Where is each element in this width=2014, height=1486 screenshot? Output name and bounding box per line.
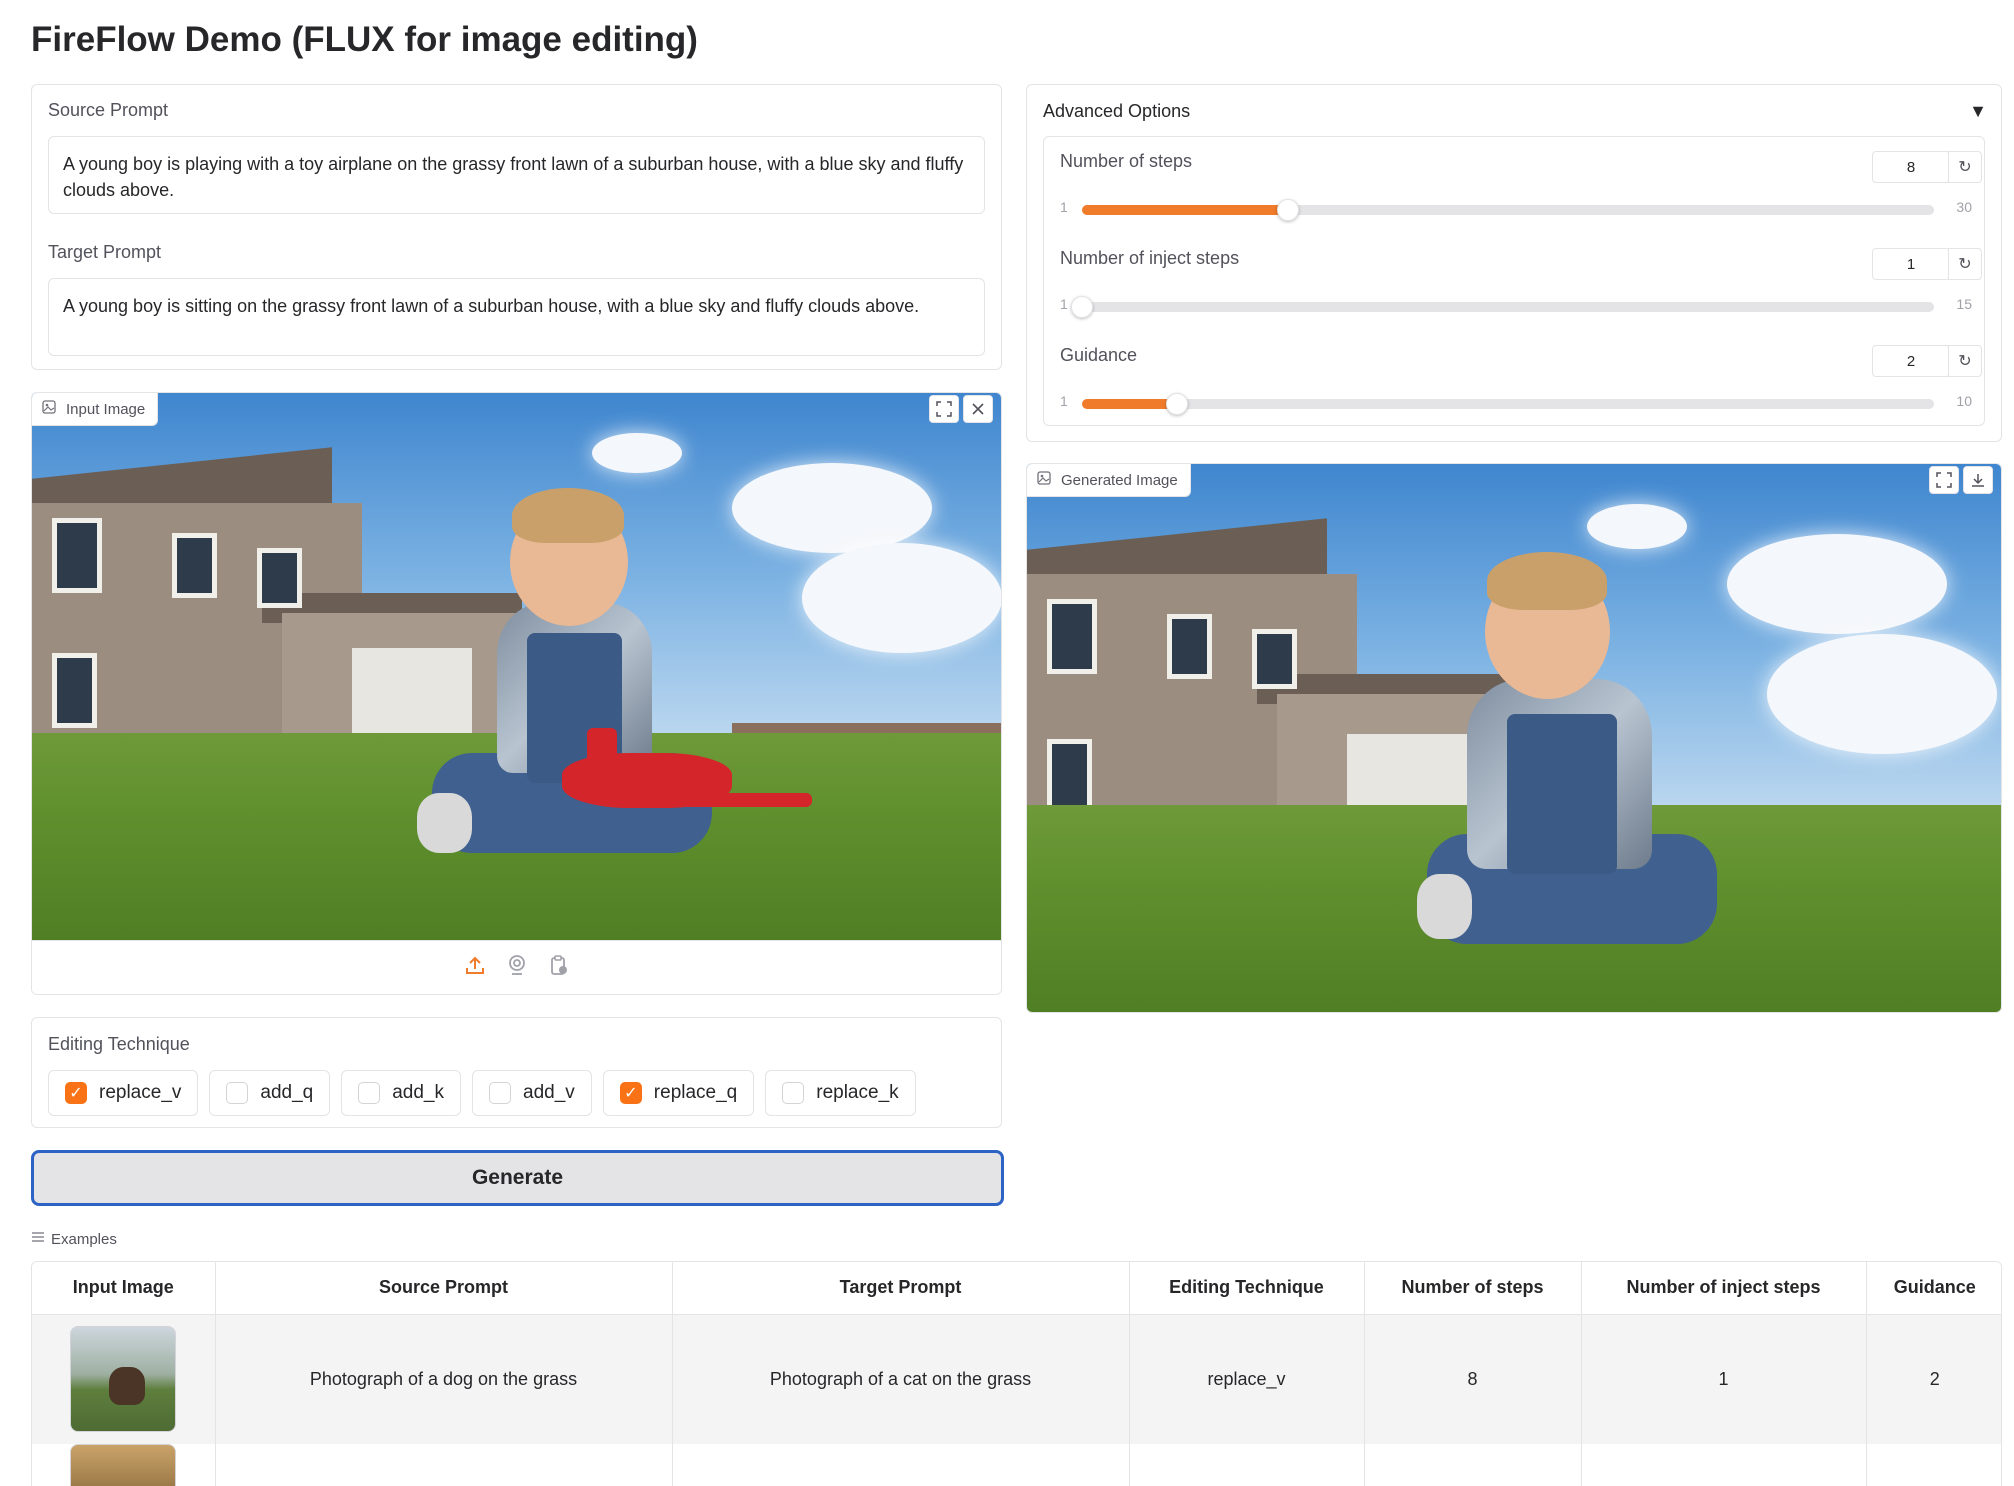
slider-thumb[interactable] (1071, 296, 1093, 318)
slider-inject-steps: Number of inject steps 1 ↻ 1 15 (1044, 234, 1984, 330)
prompts-panel: Source Prompt A young boy is playing wit… (31, 84, 1002, 370)
target-prompt-label: Target Prompt (48, 242, 162, 262)
generated-photo (1027, 464, 2001, 1012)
table-cell (1364, 1444, 1582, 1486)
editing-technique-label: Editing Technique (48, 1034, 190, 1054)
range-max: 30 (1956, 199, 1972, 215)
slider-inject-label: Number of inject steps (1060, 248, 1240, 268)
slider-thumb[interactable] (1165, 393, 1188, 415)
input-image-panel[interactable]: Input Image (31, 392, 1002, 995)
generated-image-label-text: Generated Image (1061, 471, 1178, 489)
table-header: Editing Technique (1129, 1262, 1365, 1315)
table-cell (1581, 1444, 1867, 1486)
examples-label: Examples (31, 1230, 117, 1248)
example-thumbnail (70, 1444, 177, 1486)
examples-table: Input Image Source Prompt Target Prompt … (31, 1261, 2002, 1486)
checkbox-icon[interactable] (782, 1082, 805, 1104)
slider-track[interactable] (1082, 199, 1934, 221)
checkbox-replace-k[interactable]: replace_k (765, 1070, 916, 1116)
range-max: 15 (1956, 296, 1972, 312)
table-cell (1129, 1444, 1365, 1486)
table-header: Source Prompt (215, 1262, 673, 1315)
table-row[interactable]: Photograph of a dog on the grass Photogr… (32, 1314, 2001, 1444)
table-header: Target Prompt (672, 1262, 1130, 1315)
table-cell: replace_v (1129, 1314, 1365, 1444)
table-cell (672, 1444, 1130, 1486)
editing-technique-panel: Editing Technique ✓ replace_v add_q add_k… (31, 1017, 1002, 1128)
table-cell: Photograph of a cat on the grass (672, 1314, 1130, 1444)
slider-steps: Number of steps 8 ↻ 1 30 (1044, 137, 1984, 233)
source-prompt-input[interactable]: A young boy is playing with a toy airpla… (48, 136, 985, 214)
slider-steps-label: Number of steps (1060, 151, 1193, 171)
table-header: Number of steps (1364, 1262, 1582, 1315)
table-cell (215, 1444, 673, 1486)
table-row[interactable] (32, 1444, 2001, 1486)
table-cell: 2 (1866, 1314, 2001, 1444)
slider-track[interactable] (1082, 393, 1934, 415)
fullscreen-icon[interactable] (1929, 466, 1959, 494)
checkbox-icon[interactable] (489, 1082, 512, 1104)
input-photo (32, 393, 1001, 942)
fullscreen-icon[interactable] (929, 395, 959, 423)
clipboard-icon[interactable] (548, 954, 570, 981)
image-icon (42, 400, 56, 418)
range-max: 10 (1956, 393, 1972, 409)
checkbox-icon[interactable] (358, 1082, 381, 1104)
checkbox-checked-icon[interactable]: ✓ (65, 1082, 87, 1104)
table-header: Input Image (32, 1262, 216, 1315)
guidance-number-input[interactable]: 2 (1872, 345, 1950, 377)
slider-fill (1082, 399, 1177, 409)
checkbox-checked-icon[interactable]: ✓ (619, 1082, 642, 1104)
generate-button[interactable]: Generate (31, 1150, 1004, 1206)
input-image-label: Input Image (32, 393, 159, 426)
checkbox-replace-v[interactable]: ✓ replace_v (48, 1070, 199, 1116)
advanced-options-label[interactable]: Advanced Options (1043, 101, 1190, 122)
table-header: Guidance (1866, 1262, 2001, 1315)
download-icon[interactable] (1963, 466, 1993, 494)
inject-number-input[interactable]: 1 (1872, 248, 1950, 280)
slider-thumb[interactable] (1276, 199, 1299, 221)
checkbox-add-v[interactable]: add_v (472, 1070, 592, 1116)
close-icon[interactable] (963, 395, 993, 423)
table-header: Number of inject steps (1581, 1262, 1867, 1315)
generated-image-panel: Generated Image (1026, 463, 2002, 1013)
example-thumbnail-cell[interactable] (32, 1444, 216, 1486)
table-cell: 8 (1364, 1314, 1582, 1444)
generated-image-label: Generated Image (1027, 464, 1191, 497)
slider-fill (1082, 205, 1288, 215)
range-min: 1 (1060, 393, 1068, 409)
range-min: 1 (1060, 296, 1068, 312)
checkbox-add-q[interactable]: add_q (209, 1070, 331, 1116)
reset-icon[interactable]: ↻ (1948, 248, 1982, 280)
reset-icon[interactable]: ↻ (1948, 345, 1982, 377)
image-source-toolbar (32, 940, 1001, 994)
table-cell (1866, 1444, 2001, 1486)
source-prompt-label: Source Prompt (48, 100, 169, 120)
table-header-row: Input Image Source Prompt Target Prompt … (32, 1262, 2001, 1315)
editing-technique-options: ✓ replace_v add_q add_k add_v ✓ replace_q … (48, 1070, 916, 1116)
range-min: 1 (1060, 199, 1068, 215)
advanced-options-body: Number of steps 8 ↻ 1 30 Number of injec… (1043, 136, 1985, 426)
table-cell: 1 (1581, 1314, 1867, 1444)
page-title: FireFlow Demo (FLUX for image editing) (31, 20, 698, 59)
steps-number-input[interactable]: 8 (1872, 151, 1950, 183)
advanced-options-panel: Advanced Options ▼ Number of steps 8 ↻ 1… (1026, 84, 2002, 442)
checkbox-icon[interactable] (226, 1082, 249, 1104)
collapse-toggle-icon[interactable]: ▼ (1969, 101, 1987, 122)
slider-guidance: Guidance 2 ↻ 1 10 (1044, 331, 1984, 427)
upload-icon[interactable] (464, 954, 486, 981)
checkbox-add-k[interactable]: add_k (341, 1070, 462, 1116)
webcam-icon[interactable] (506, 954, 528, 981)
table-cell: Photograph of a dog on the grass (215, 1314, 673, 1444)
example-thumbnail-cell[interactable] (32, 1314, 216, 1444)
list-icon (31, 1230, 45, 1248)
reset-icon[interactable]: ↻ (1948, 151, 1982, 183)
image-icon (1037, 471, 1051, 489)
checkbox-replace-q[interactable]: ✓ replace_q (602, 1070, 755, 1116)
slider-track[interactable] (1071, 296, 1934, 318)
slider-guidance-label: Guidance (1060, 345, 1138, 365)
input-image-label-text: Input Image (66, 400, 146, 418)
example-thumbnail (70, 1326, 177, 1433)
target-prompt-input[interactable]: A young boy is sitting on the grassy fro… (48, 278, 985, 356)
